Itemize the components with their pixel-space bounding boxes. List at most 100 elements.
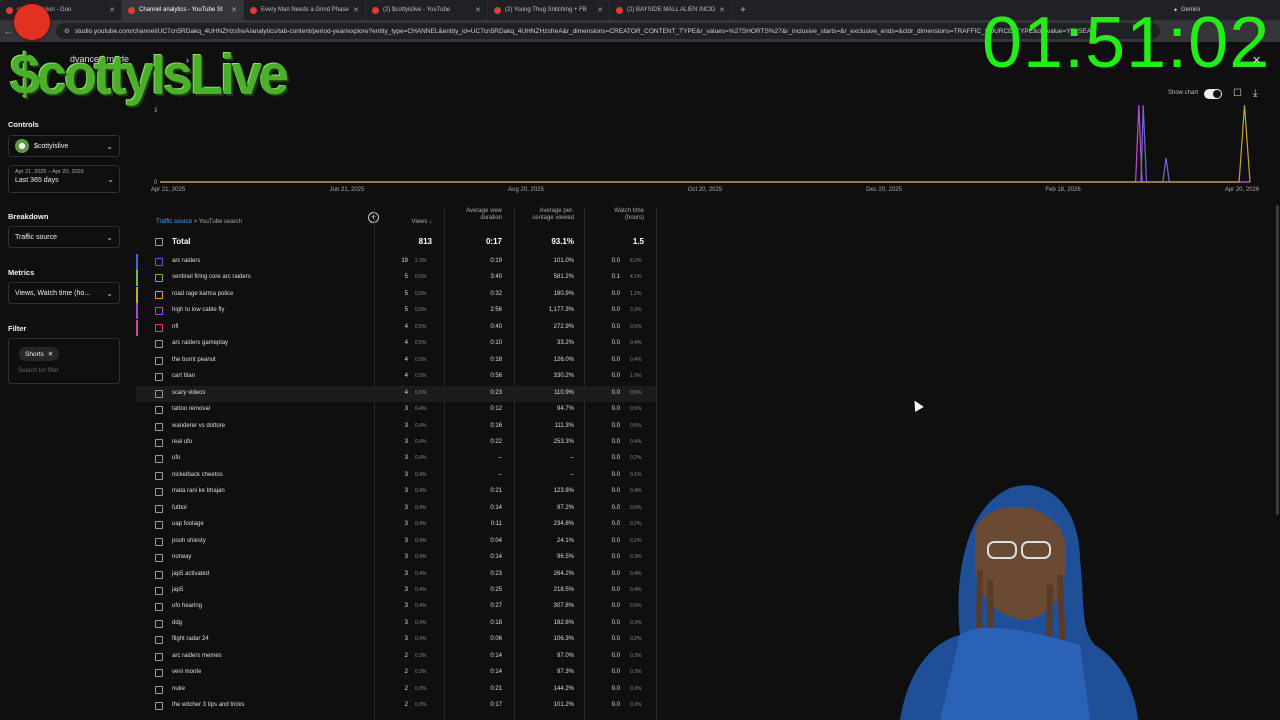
views-value: 4	[404, 340, 408, 347]
row-checkbox[interactable]	[155, 274, 163, 283]
table-row[interactable]: veni monte 2 0.3% 0:14 97.3% 0.0 0.3%	[136, 665, 656, 681]
filter-chip-shorts[interactable]: Shorts ✕	[19, 347, 60, 361]
search-term: high to low cable fly	[172, 307, 225, 314]
row-checkbox[interactable]	[155, 702, 163, 711]
watch-time-percent: 1.2%	[630, 290, 642, 297]
close-tab-icon[interactable]: ✕	[597, 6, 603, 14]
row-checkbox[interactable]	[155, 603, 163, 612]
header-avg-view-duration[interactable]: Average view duration	[452, 208, 502, 222]
show-chart-toggle[interactable]	[1204, 89, 1222, 99]
header-watch-time[interactable]: Watch time (hours)	[598, 208, 644, 222]
row-checkbox[interactable]	[155, 258, 163, 266]
table-row[interactable]: uap footage 3 0.4% 0:11 234.8% 0.0 0.2%	[136, 517, 656, 533]
table-row[interactable]: nickelback cheetos 3 0.4% – – 0.0 0.1%	[136, 468, 656, 484]
table-row[interactable]: scary videos 4 0.5% 0:23 110.9% 0.0 0.5%	[136, 385, 656, 402]
breadcrumb-traffic-source[interactable]: Traffic source	[156, 219, 192, 225]
row-checkbox[interactable]	[155, 455, 163, 464]
row-checkbox[interactable]	[155, 619, 163, 628]
table-row[interactable]: tattoo removal 3 0.4% 0:12 94.7% 0.0 0.5%	[136, 402, 656, 418]
table-row[interactable]: the witcher 3 tips and tricks 2 0.3% 0:17 10…	[136, 698, 656, 714]
table-row[interactable]: norway 3 0.4% 0:14 96.5% 0.0 0.3%	[136, 550, 656, 566]
header-views[interactable]: Views ↓	[390, 219, 432, 226]
row-checkbox[interactable]	[155, 406, 163, 415]
select-all-checkbox[interactable]	[155, 238, 163, 246]
metrics-select[interactable]: Views, Watch time (ho... ⌄	[8, 282, 120, 304]
site-info-icon[interactable]: ⚙	[64, 27, 70, 35]
table-row[interactable]: ddg 3 0.4% 0:18 182.6% 0.0 0.3%	[136, 616, 656, 632]
watch-time-percent: 0.5%	[630, 406, 642, 413]
close-tab-icon[interactable]: ✕	[109, 6, 115, 14]
row-checkbox[interactable]	[155, 554, 163, 563]
table-row[interactable]: arc raiders 19 2.3% 0:19 101.0% 0.0 8.2%	[136, 254, 656, 270]
table-row[interactable]: jap5 activated 3 0.4% 0:23 264.2% 0.0 0.4%	[136, 567, 656, 583]
views-percent: 0.5%	[415, 323, 427, 330]
table-row[interactable]: road rage karma police 5 0.6% 0:32 180.9% 0.0…	[136, 286, 656, 303]
row-checkbox[interactable]	[155, 389, 163, 398]
table-row[interactable]: jap5 3 0.4% 0:25 218.5% 0.0 0.4%	[136, 583, 656, 599]
row-checkbox[interactable]	[155, 438, 163, 447]
browser-tab[interactable]: Channel analytics - YouTube St ✕	[122, 0, 244, 20]
filter-search-input[interactable]: Search for filter	[18, 368, 59, 374]
close-icon[interactable]: ✕	[1252, 54, 1261, 67]
row-checkbox[interactable]	[155, 669, 163, 678]
row-checkbox[interactable]	[155, 373, 163, 382]
remove-filter-icon[interactable]: ✕	[48, 350, 53, 358]
row-checkbox[interactable]	[155, 471, 163, 480]
row-checkbox[interactable]	[155, 504, 163, 513]
table-row[interactable]: mata rani ke bhajan 3 0.4% 0:21 123.8% 0.0 0.4…	[136, 484, 656, 500]
row-checkbox[interactable]	[155, 636, 163, 645]
row-checkbox[interactable]	[155, 570, 163, 579]
table-row[interactable]: pooh shiesty 3 0.4% 0:04 24.1% 0.0 0.2%	[136, 534, 656, 550]
row-checkbox[interactable]	[155, 290, 163, 299]
close-tab-icon[interactable]: ✕	[353, 6, 359, 14]
row-checkbox[interactable]	[155, 685, 163, 694]
table-row[interactable]: futbol 3 0.4% 0:14 97.2% 0.0 0.5%	[136, 501, 656, 517]
browser-tab[interactable]: (2) Young Thug Snitching + FB ✕	[488, 0, 610, 20]
breakdown-select[interactable]: Traffic source ⌄	[8, 226, 120, 248]
table-row[interactable]: the burnt peanut 4 0.5% 0:18 126.0% 0.0 0.4%	[136, 353, 656, 369]
table-row[interactable]: ufo 3 0.4% – – 0.0 0.2%	[136, 451, 656, 467]
table-row[interactable]: arc raiders memes 2 0.3% 0:14 97.0% 0.0 0.2%	[136, 649, 656, 665]
row-checkbox[interactable]	[155, 521, 163, 530]
table-row[interactable]: wanderer vs dottore 3 0.4% 0:16 111.3% 0.0 0.6…	[136, 419, 656, 435]
header-avg-percentage-viewed[interactable]: Average per-centage viewed	[522, 208, 574, 222]
youtube-favicon-icon	[494, 6, 501, 14]
table-row[interactable]: nfl 4 0.5% 0:40 272.9% 0.0 0.5%	[136, 319, 656, 336]
row-checkbox[interactable]	[155, 587, 163, 595]
bookmark-icon[interactable]: ☐	[1233, 88, 1242, 99]
row-checkbox[interactable]	[155, 356, 163, 365]
close-tab-icon[interactable]: ✕	[475, 6, 481, 14]
table-row[interactable]: ufo hearing 3 0.4% 0:27 307.8% 0.0 0.5%	[136, 599, 656, 615]
row-checkbox[interactable]	[155, 340, 163, 349]
table-row[interactable]: sentinel firing core arc raiders 5 0.6% 3:4…	[136, 270, 656, 287]
browser-tab[interactable]: (2) BAYSIDE MALL ALIEN INCID ✕	[610, 0, 732, 20]
row-checkbox[interactable]	[155, 537, 163, 546]
watch-time-value: 0.0	[611, 702, 620, 709]
scrollbar[interactable]	[1276, 205, 1279, 515]
close-tab-icon[interactable]: ✕	[231, 6, 237, 14]
table-row[interactable]: high to low cable fly 5 0.6% 2:56 1,177.3% 0.…	[136, 303, 656, 320]
row-checkbox[interactable]	[155, 652, 163, 661]
table-row[interactable]: real ufo 3 0.4% 0:22 253.3% 0.0 0.4%	[136, 435, 656, 451]
watch-time-percent: 0.3%	[630, 669, 642, 676]
channel-select[interactable]: $cottyislive ⌄	[8, 135, 120, 157]
date-range-select[interactable]: Apr 21, 2025 – Apr 20, 2026 Last 365 day…	[8, 165, 120, 193]
table-row[interactable]: flight radar 24 3 0.4% 0:06 106.3% 0.0 0.2%	[136, 632, 656, 648]
row-checkbox[interactable]	[155, 307, 163, 316]
row-checkbox[interactable]	[155, 323, 163, 332]
download-icon[interactable]: ⤓	[1253, 88, 1257, 99]
watch-time-value: 0.0	[611, 471, 620, 478]
avg-percentage-value: –	[570, 471, 574, 478]
new-tab-button[interactable]: +	[732, 5, 754, 16]
table-row[interactable]: cart titan 4 0.5% 0:56 330.2% 0.0 1.0%	[136, 369, 656, 385]
search-term: sentinel firing core arc raiders	[172, 274, 251, 281]
browser-tab[interactable]: (2) $cottyislive - YouTube ✕	[366, 0, 488, 20]
back-icon[interactable]: ←	[0, 26, 16, 36]
browser-tab[interactable]: Every Man Needs a Grind Phase ✕	[244, 0, 366, 20]
table-row[interactable]: nuke 2 0.3% 0:21 144.2% 0.0 0.3%	[136, 682, 656, 698]
table-row[interactable]: arc raiders gameplay 4 0.5% 0:10 33.2% 0.0 0.4…	[136, 336, 656, 352]
row-checkbox[interactable]	[155, 488, 163, 497]
tab-title: (2) Young Thug Snitching + FB	[505, 7, 587, 13]
row-checkbox[interactable]	[155, 422, 163, 431]
close-tab-icon[interactable]: ✕	[719, 6, 725, 14]
